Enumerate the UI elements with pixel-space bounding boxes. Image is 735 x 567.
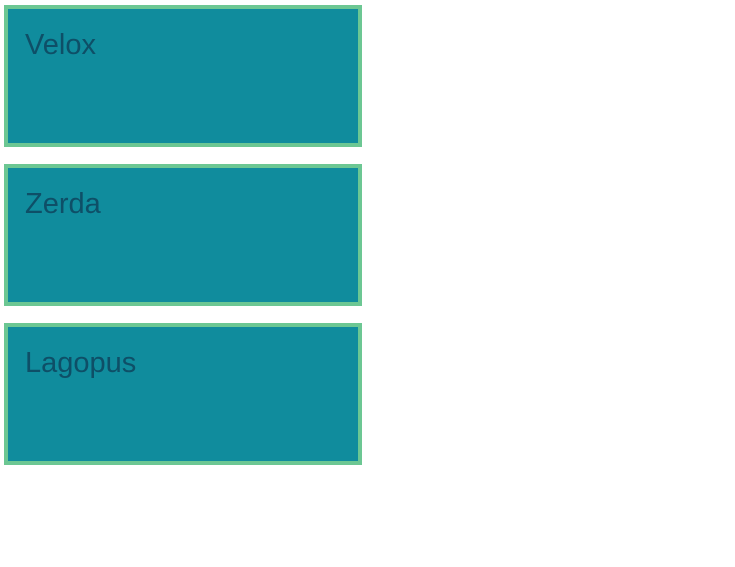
card-label: Zerda — [25, 188, 101, 220]
card-velox[interactable]: Velox — [4, 5, 362, 147]
card-label: Velox — [25, 29, 96, 61]
card-zerda[interactable]: Zerda — [4, 164, 362, 306]
card-label: Lagopus — [25, 347, 137, 379]
card-lagopus[interactable]: Lagopus — [4, 323, 362, 465]
card-list: Velox Zerda Lagopus — [0, 0, 735, 567]
